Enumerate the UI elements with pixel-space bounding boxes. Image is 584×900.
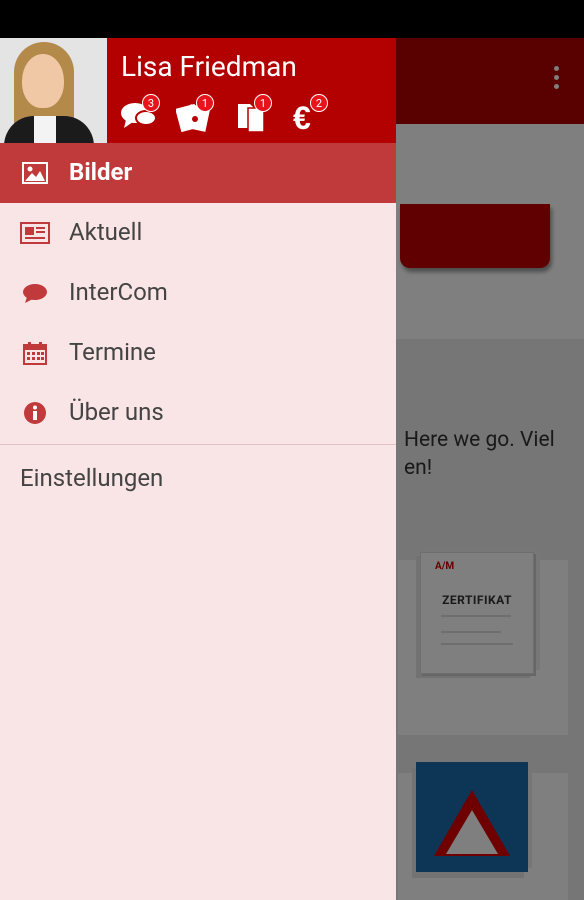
menu-divider [0, 444, 396, 445]
avatar[interactable] [0, 38, 107, 143]
menu-item-bilder[interactable]: Bilder [0, 143, 396, 203]
user-name: Lisa Friedman [121, 50, 297, 83]
navigation-drawer: Lisa Friedman 3 1 1 € 2 Bilder Aktuell I… [0, 38, 396, 900]
menu-item-termine[interactable]: Termine [0, 323, 396, 383]
menu-item-aktuell[interactable]: Aktuell [0, 203, 396, 263]
finance-count: 2 [310, 94, 328, 112]
svg-text:€: € [293, 100, 311, 134]
image-icon [22, 162, 48, 184]
menu-item-ueber-uns[interactable]: Über uns [0, 383, 396, 443]
menu-item-label: InterCom [69, 278, 168, 306]
profile-header: Lisa Friedman 3 1 1 € 2 [0, 38, 396, 143]
tickets-count: 1 [196, 94, 214, 112]
newspaper-icon [20, 222, 50, 244]
drawer-menu: Bilder Aktuell InterCom Termine Über uns [0, 143, 396, 443]
documents-stat[interactable]: 1 [236, 94, 276, 136]
status-bar [0, 0, 584, 38]
speech-bubble-icon [23, 284, 47, 303]
menu-item-label: Aktuell [69, 218, 143, 246]
calendar-icon [23, 342, 47, 365]
documents-count: 1 [254, 94, 272, 112]
menu-item-label: Über uns [69, 398, 164, 426]
info-icon [24, 402, 46, 424]
menu-item-intercom[interactable]: InterCom [0, 263, 396, 323]
settings-item[interactable]: Einstellungen [20, 464, 163, 492]
tickets-stat[interactable]: 1 [176, 94, 216, 136]
menu-item-label: Bilder [69, 158, 133, 186]
messages-stat[interactable]: 3 [120, 94, 160, 136]
messages-count: 3 [142, 94, 160, 112]
menu-item-label: Termine [69, 338, 156, 366]
finance-stat[interactable]: € 2 [292, 94, 332, 136]
